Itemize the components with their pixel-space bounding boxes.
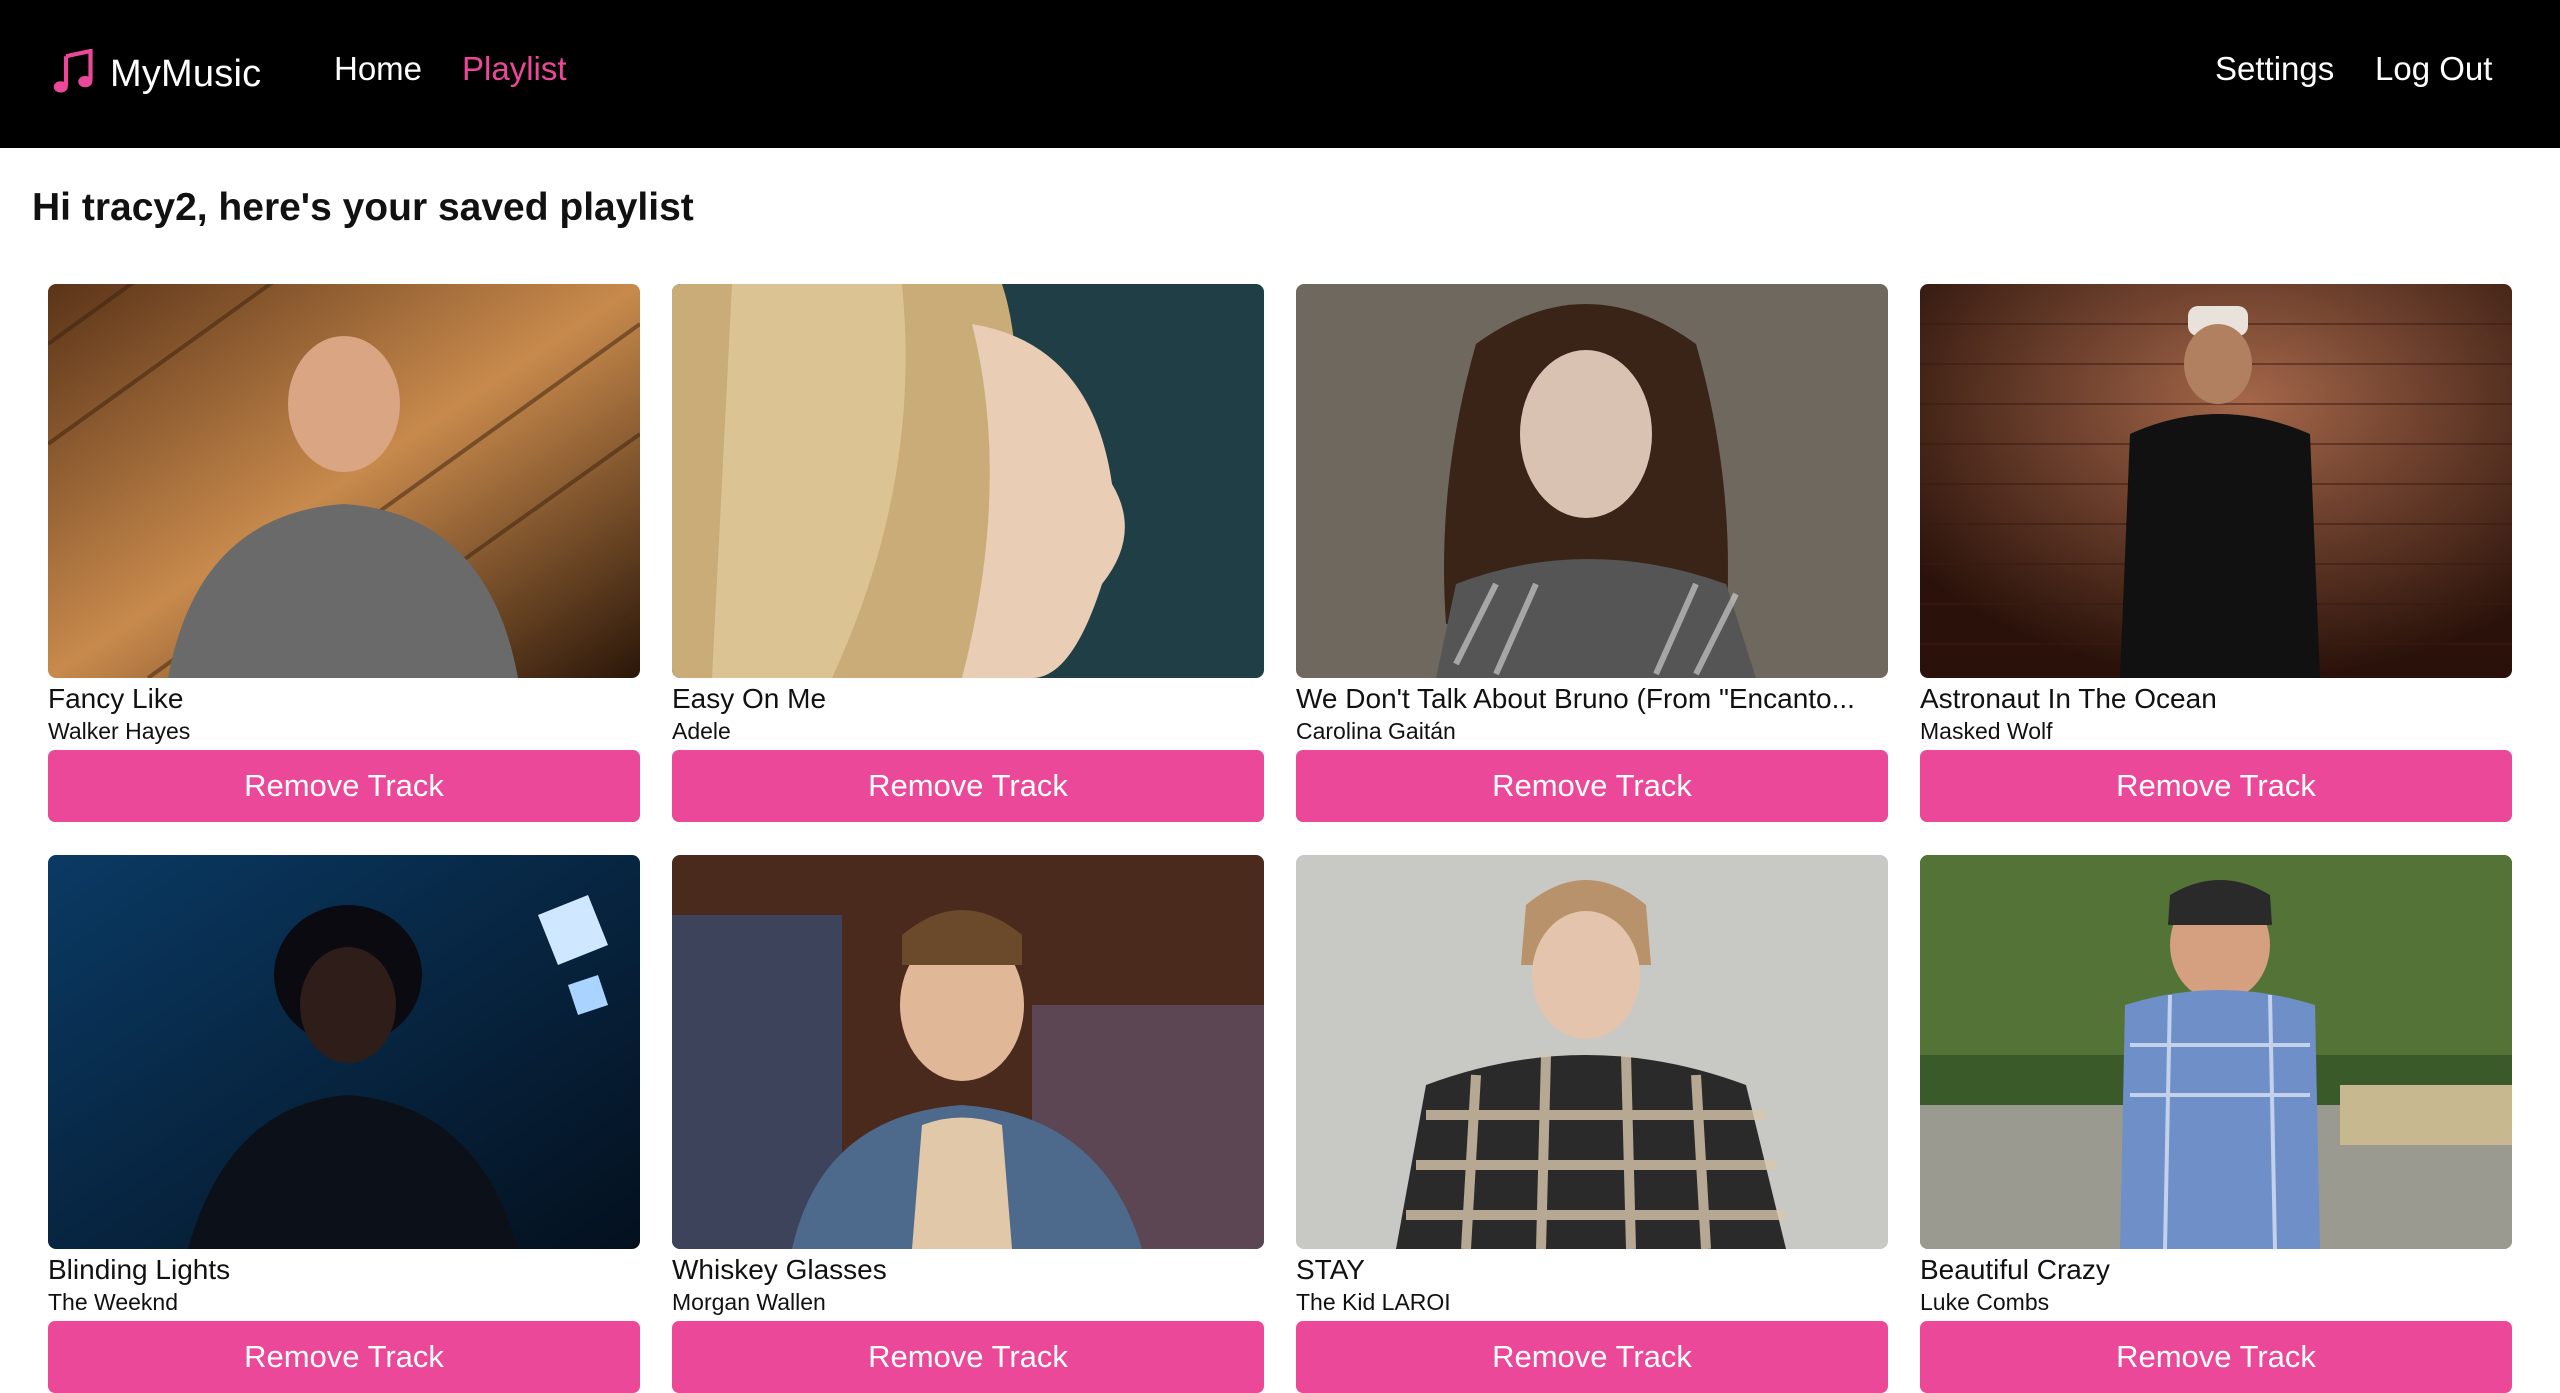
track-title: We Don't Talk About Bruno (From "Encanto… <box>1296 683 1855 714</box>
nav-settings-link[interactable]: Settings <box>2215 50 2334 88</box>
remove-track-button[interactable]: Remove Track <box>48 750 640 822</box>
track-artist: Morgan Wallen <box>672 1289 826 1315</box>
music-note-icon <box>52 47 94 100</box>
track-card: STAY The Kid LAROI Remove Track <box>1296 855 1888 1393</box>
track-card: Easy On Me Adele Remove Track <box>672 284 1264 822</box>
track-title: Easy On Me <box>672 683 827 714</box>
album-art <box>48 284 640 678</box>
track-artist: The Weeknd <box>48 1289 178 1315</box>
track-card: Beautiful Crazy Luke Combs Remove Track <box>1920 855 2512 1393</box>
track-title: STAY <box>1296 1254 1365 1285</box>
track-title: Blinding Lights <box>48 1254 231 1285</box>
album-art <box>1920 855 2512 1249</box>
nav-home-link[interactable]: Home <box>334 50 422 88</box>
track-artist: The Kid LAROI <box>1296 1289 1451 1315</box>
brand[interactable]: MyMusic <box>52 47 262 100</box>
album-art <box>1296 855 1888 1249</box>
track-card: Astronaut In The Ocean Masked Wolf Remov… <box>1920 284 2512 822</box>
top-navbar: MyMusic Home Playlist Settings Log Out <box>0 0 2560 148</box>
remove-track-button[interactable]: Remove Track <box>1296 750 1888 822</box>
track-artist: Adele <box>672 718 731 744</box>
track-title: Whiskey Glasses <box>672 1254 887 1285</box>
remove-track-button[interactable]: Remove Track <box>1920 1321 2512 1393</box>
track-title: Astronaut In The Ocean <box>1920 683 2217 714</box>
track-card: Blinding Lights The Weeknd Remove Track <box>48 855 640 1393</box>
remove-track-button[interactable]: Remove Track <box>1920 750 2512 822</box>
remove-track-button[interactable]: Remove Track <box>672 1321 1264 1393</box>
track-artist: Luke Combs <box>1920 1289 2050 1315</box>
album-art <box>1920 284 2512 678</box>
album-art <box>48 855 640 1249</box>
track-title: Beautiful Crazy <box>1920 1254 2110 1285</box>
remove-track-button[interactable]: Remove Track <box>672 750 1264 822</box>
track-title: Fancy Like <box>48 683 184 714</box>
page-greeting: Hi tracy2, here's your saved playlist <box>32 186 694 229</box>
track-artist: Masked Wolf <box>1920 718 2053 744</box>
track-card: Whiskey Glasses Morgan Wallen Remove Tra… <box>672 855 1264 1393</box>
track-card: We Don't Talk About Bruno (From "Encanto… <box>1296 284 1888 822</box>
album-art <box>1296 284 1888 678</box>
track-artist: Walker Hayes <box>48 718 191 744</box>
nav-logout-link[interactable]: Log Out <box>2375 50 2492 88</box>
track-artist: Carolina Gaitán <box>1296 718 1456 744</box>
brand-name: MyMusic <box>110 52 262 95</box>
album-art <box>672 855 1264 1249</box>
remove-track-button[interactable]: Remove Track <box>1296 1321 1888 1393</box>
album-art <box>672 284 1264 678</box>
track-card: Fancy Like Walker Hayes Remove Track <box>48 284 640 822</box>
nav-playlist-link[interactable]: Playlist <box>462 50 567 88</box>
remove-track-button[interactable]: Remove Track <box>48 1321 640 1393</box>
